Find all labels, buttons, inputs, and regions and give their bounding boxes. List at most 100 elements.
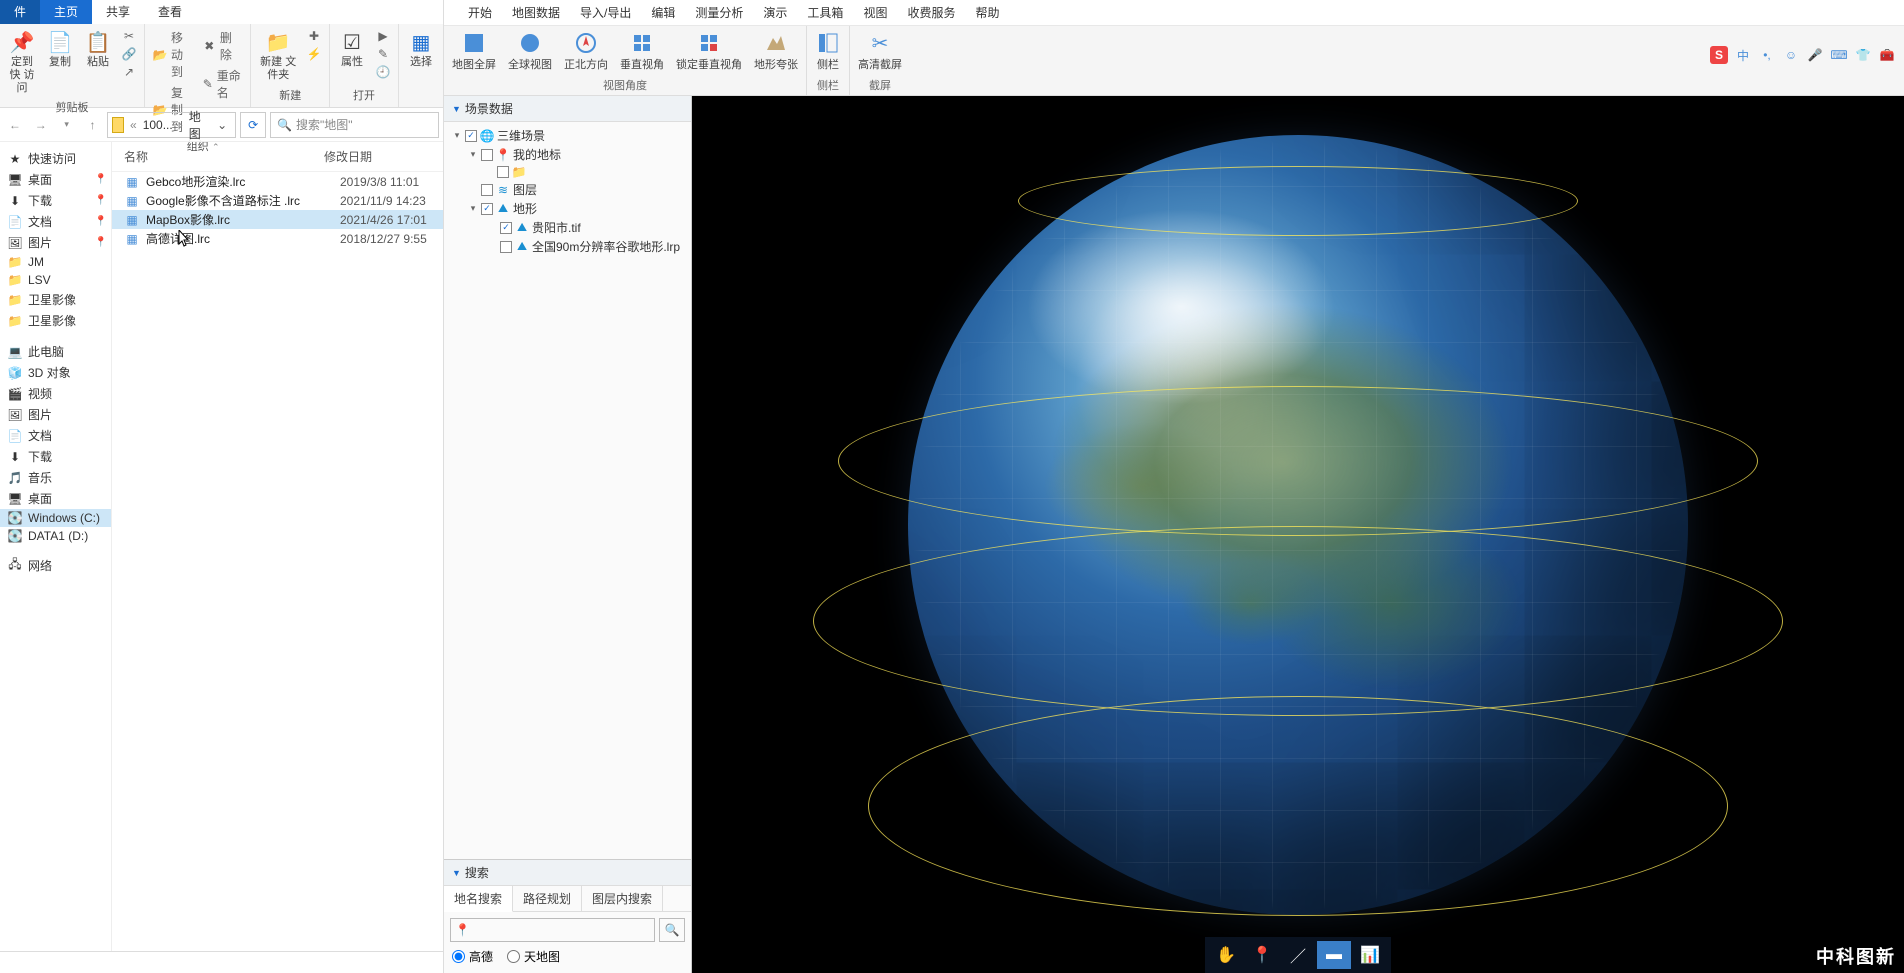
emoji-icon[interactable]: ☺ <box>1782 46 1800 64</box>
globe-viewport[interactable]: ✋ 📍 ／ ▬ 📊 中科图新 <box>692 96 1904 973</box>
forward-button[interactable]: → <box>30 114 52 136</box>
fullmap-button[interactable]: 地图全屏 <box>450 28 498 77</box>
menu-start[interactable]: 开始 <box>468 4 492 21</box>
nav-videos[interactable]: 🎬视频 <box>0 383 111 404</box>
scene-panel-header[interactable]: ▼场景数据 <box>444 96 691 122</box>
menu-measure[interactable]: 测量分析 <box>695 4 743 21</box>
lockvertical-button[interactable]: 锁定垂直视角 <box>674 28 744 77</box>
recent-dropdown[interactable]: ▾ <box>56 114 78 136</box>
menu-demo[interactable]: 演示 <box>763 4 787 21</box>
keyboard-icon[interactable]: ⌨ <box>1830 46 1848 64</box>
edit-button[interactable]: ✎ <box>372 46 394 62</box>
sidebar-button[interactable]: 侧栏 <box>813 28 843 77</box>
crumb-part-1[interactable]: 100... <box>143 118 173 132</box>
globalview-button[interactable]: 全球视图 <box>506 28 554 77</box>
select-button[interactable]: ▦选择 <box>403 26 439 71</box>
tab-routing[interactable]: 路径规划 <box>513 886 582 911</box>
column-date[interactable]: 修改日期 <box>324 148 443 165</box>
place-search-input[interactable]: 📍 <box>450 918 655 942</box>
nav-lsv[interactable]: 📁LSV <box>0 271 111 289</box>
nav-desktop2[interactable]: 🖥桌面 <box>0 488 111 509</box>
newfolder-button[interactable]: 📁新建 文件夹 <box>255 26 301 84</box>
rename-button[interactable]: ✎重命名 <box>199 66 247 102</box>
vertical-button[interactable]: 垂直视角 <box>618 28 666 77</box>
area-tool[interactable]: ▬ <box>1317 941 1351 969</box>
nav-pictures2[interactable]: 🖼图片 <box>0 404 111 425</box>
nav-sat1[interactable]: 📁卫星影像 <box>0 289 111 310</box>
tree-layers[interactable]: ≋图层 <box>444 180 691 199</box>
tree-root[interactable]: ▾✓🌐三维场景 <box>444 126 691 145</box>
crumb-part-2[interactable]: 地图 <box>189 108 205 142</box>
delete-button[interactable]: ✖删除 <box>199 28 247 64</box>
search-go-button[interactable]: 🔍 <box>659 918 685 942</box>
search-panel-header[interactable]: ▼搜索 <box>444 860 691 886</box>
tab-placesearch[interactable]: 地名搜索 <box>444 886 513 912</box>
pasteshortcut-button[interactable]: ↗ <box>118 64 140 80</box>
copypath-button[interactable]: 🔗 <box>118 46 140 62</box>
nav-ddrive[interactable]: 💽DATA1 (D:) <box>0 527 111 545</box>
pan-tool[interactable]: ✋ <box>1209 941 1243 969</box>
lang-button[interactable]: 中 <box>1734 46 1752 64</box>
pin-button[interactable]: 📌定到快 访问 <box>4 26 40 97</box>
provider-radio[interactable] <box>507 950 520 963</box>
tab-layersearch[interactable]: 图层内搜索 <box>582 886 663 911</box>
measure-tool[interactable]: 📊 <box>1353 941 1387 969</box>
nav-documents[interactable]: 📄文档📍 <box>0 211 111 232</box>
menu-mapdata[interactable]: 地图数据 <box>512 4 560 21</box>
properties-button[interactable]: ☑属性 <box>334 26 370 71</box>
crumb-dropdown[interactable]: ⌄ <box>213 118 231 132</box>
paste-button[interactable]: 📋粘贴 <box>80 26 116 71</box>
tab-file[interactable]: 件 <box>0 0 40 24</box>
cut-button[interactable]: ✂ <box>118 28 140 44</box>
back-button[interactable]: ← <box>4 114 26 136</box>
easyaccess-button[interactable]: ⚡ <box>303 46 325 62</box>
copy-button[interactable]: 📄复制 <box>42 26 78 71</box>
northup-button[interactable]: 正北方向 <box>562 28 610 77</box>
moveto-button[interactable]: 📂移动到 <box>149 28 197 81</box>
nav-downloads[interactable]: ⬇下载📍 <box>0 190 111 211</box>
column-name[interactable]: 名称 <box>124 148 324 165</box>
provider-gaode[interactable]: 高德 <box>452 948 493 965</box>
newitem-button[interactable]: ✚ <box>303 28 325 44</box>
column-headers[interactable]: ⌃ 名称 修改日期 <box>112 142 443 172</box>
nav-jm[interactable]: 📁JM <box>0 253 111 271</box>
line-tool[interactable]: ／ <box>1281 941 1315 969</box>
refresh-button[interactable]: ⟳ <box>240 112 266 138</box>
search-input[interactable]: 🔍 搜索"地图" <box>270 112 439 138</box>
nav-downloads2[interactable]: ⬇下载 <box>0 446 111 467</box>
screenshot-button[interactable]: ✂高清截屏 <box>856 28 904 77</box>
marker-tool[interactable]: 📍 <box>1245 941 1279 969</box>
tree-terrain-item[interactable]: ✓⛰贵阳市.tif <box>444 218 691 237</box>
up-button[interactable]: ↑ <box>82 114 104 136</box>
tab-view[interactable]: 查看 <box>144 0 196 24</box>
nav-network[interactable]: 🖧网络 <box>0 555 111 576</box>
breadcrumb[interactable]: « 100... › 地图 ⌄ <box>107 112 236 138</box>
tree-terrain[interactable]: ▾✓⛰地形 <box>444 199 691 218</box>
sogou-icon[interactable]: S <box>1710 46 1728 64</box>
menu-paid[interactable]: 收费服务 <box>907 4 955 21</box>
nav-3dobjects[interactable]: 🧊3D 对象 <box>0 362 111 383</box>
file-row[interactable]: ▦MapBox影像.lrc2021/4/26 17:01 <box>112 210 443 229</box>
skin-icon[interactable]: 👕 <box>1854 46 1872 64</box>
toolbox-icon[interactable]: 🧰 <box>1878 46 1896 64</box>
file-row[interactable]: ▦Gebco地形渲染.lrc2019/3/8 11:01 <box>112 172 443 191</box>
punct-icon[interactable]: •, <box>1758 46 1776 64</box>
nav-cdrive[interactable]: 💽Windows (C:) <box>0 509 111 527</box>
menu-edit[interactable]: 编辑 <box>651 4 675 21</box>
menu-view[interactable]: 视图 <box>863 4 887 21</box>
nav-thispc[interactable]: 💻此电脑 <box>0 341 111 362</box>
nav-pictures[interactable]: 🖼图片📍 <box>0 232 111 253</box>
file-row[interactable]: ▦Google影像不含道路标注 .lrc2021/11/9 14:23 <box>112 191 443 210</box>
tree-terrain-item[interactable]: ⛰全国90m分辨率谷歌地形.lrp <box>444 237 691 256</box>
mic-icon[interactable]: 🎤 <box>1806 46 1824 64</box>
tree-folder[interactable]: 📁 <box>444 164 691 180</box>
nav-sat2[interactable]: 📁卫星影像 <box>0 310 111 331</box>
menu-importexport[interactable]: 导入/导出 <box>580 4 631 21</box>
nav-music[interactable]: 🎵音乐 <box>0 467 111 488</box>
nav-documents2[interactable]: 📄文档 <box>0 425 111 446</box>
open-button[interactable]: ▶ <box>372 28 394 44</box>
history-button[interactable]: 🕘 <box>372 64 394 80</box>
file-row[interactable]: ▦高德详图.lrc2018/12/27 9:55 <box>112 229 443 248</box>
menu-toolbox[interactable]: 工具箱 <box>807 4 843 21</box>
nav-quickaccess[interactable]: ★快速访问 <box>0 148 111 169</box>
